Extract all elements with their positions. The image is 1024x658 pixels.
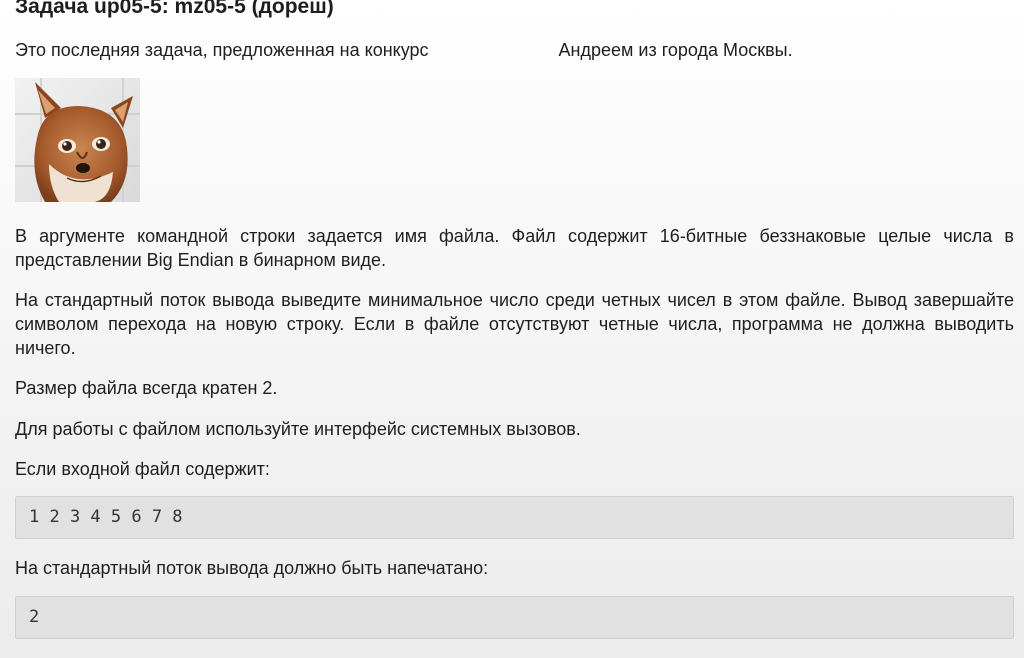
intro-text-before: Это последняя задача, предложенная на ко…	[15, 40, 429, 60]
syscall-note: Для работы с файлом используйте интерфей…	[15, 419, 581, 439]
problem-title: Задача up05-5: mz05-5 (дореш)	[15, 0, 334, 18]
input-example-block: 1 2 3 4 5 6 7 8	[15, 496, 1014, 539]
intro-paragraph: Это последняя задача, предложенная на ко…	[15, 38, 1014, 62]
output-example-label: На стандартный поток вывода должно быть …	[15, 558, 489, 578]
output-requirements-paragraph: На стандартный поток вывода выведите мин…	[15, 290, 1014, 358]
file-size-note: Размер файла всегда кратен 2.	[15, 378, 278, 398]
output-example-block: 2	[15, 596, 1014, 639]
fox-photo	[15, 78, 140, 202]
description-paragraph: В аргументе командной строки задается им…	[15, 226, 1014, 270]
input-example-label: Если входной файл содержит:	[15, 459, 270, 479]
intro-text-after: Андреем из города Москвы.	[558, 40, 793, 60]
